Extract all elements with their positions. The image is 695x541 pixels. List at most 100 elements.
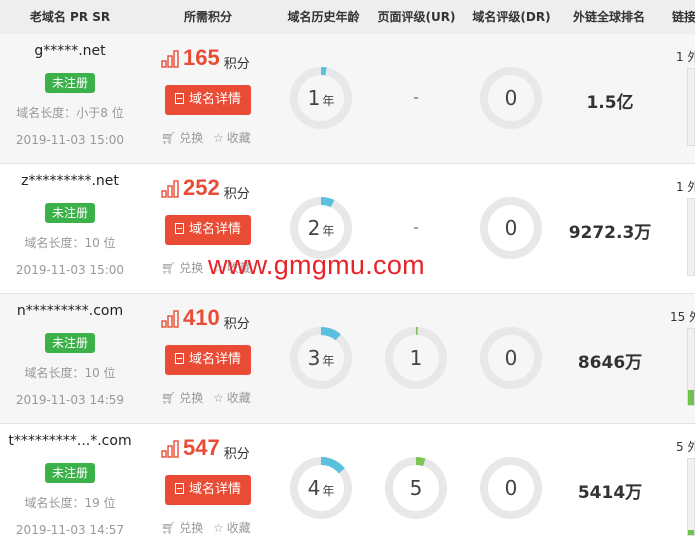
status-badge: 未注册 <box>45 203 95 223</box>
links-suffix: 外 <box>687 50 695 64</box>
watermark: www.gmgmu.com <box>208 250 425 280</box>
ur-value: - <box>413 220 419 236</box>
links-bar <box>687 458 695 536</box>
table-header: 老域名 PR SR 所需积分 域名历史年龄 页面评级(UR) 域名评级(DR) … <box>0 0 695 34</box>
cart-icon: 🛒︎ <box>161 261 177 275</box>
dr-value: 0 <box>504 86 518 110</box>
cart-icon: 🛒︎ <box>161 391 177 405</box>
points-value: 165 <box>183 45 220 70</box>
table-row: n*********.com 未注册域名长度：10 位 2019-11-03 14:… <box>0 294 695 424</box>
links-number: 1 <box>676 50 684 64</box>
document-icon <box>174 223 184 234</box>
links-count: 15 外 <box>670 308 695 325</box>
domain-name[interactable]: g*****.net <box>0 43 140 59</box>
domain-time: 2019-11-03 14:59 <box>15 393 125 407</box>
status-badge: 未注册 <box>45 463 95 483</box>
domain-length: 域名长度：10 位 <box>24 236 116 250</box>
links-bar <box>687 68 695 146</box>
age-number: 1 <box>307 86 321 110</box>
points-unit: 积分 <box>223 447 250 462</box>
points-unit: 积分 <box>223 187 250 202</box>
domain-detail-button[interactable]: 域名详情 <box>165 215 251 245</box>
exchange-label: 兑换 <box>179 261 204 275</box>
status-badge: 未注册 <box>45 73 95 93</box>
points-value: 252 <box>183 175 220 200</box>
age-unit: 年 <box>322 94 335 108</box>
ur-value: 1 <box>409 346 423 370</box>
domain-detail-button[interactable]: 域名详情 <box>165 345 251 375</box>
header-dr: 域名评级(DR) <box>472 10 551 24</box>
table-row: g*****.net 未注册 域名长度：小于8 位 2019-11-03 15:00 1… <box>0 34 695 164</box>
points-unit: 积分 <box>223 317 250 332</box>
header-age: 域名历史年龄 <box>287 10 360 24</box>
document-icon <box>174 353 184 364</box>
favorite-button[interactable]: ☆ 收藏 <box>213 389 251 406</box>
favorite-label: 收藏 <box>226 391 251 405</box>
age-value: 4年 <box>286 476 356 503</box>
domain-detail-button[interactable]: 域名详情 <box>165 475 251 505</box>
star-icon: ☆ <box>213 391 224 405</box>
detail-button-label: 域名详情 <box>188 222 241 237</box>
domain-length: 域名长度：19 位 <box>24 496 116 510</box>
detail-button-label: 域名详情 <box>188 482 241 497</box>
header-domain: 老域名 PR SR <box>29 10 111 24</box>
age-value: 2年 <box>286 216 356 243</box>
links-bar <box>687 328 695 406</box>
bar-chart-icon <box>161 180 179 198</box>
global-rank-value: 1.5亿 <box>586 93 634 113</box>
domain-name[interactable]: n*********.com <box>0 303 140 319</box>
age-unit: 年 <box>322 224 335 238</box>
links-suffix: 外 <box>689 310 695 324</box>
favorite-label: 收藏 <box>226 131 251 145</box>
star-icon: ☆ <box>213 521 224 535</box>
links-bar <box>687 198 695 276</box>
links-count: 1 外 <box>676 178 695 195</box>
age-number: 2 <box>307 216 321 240</box>
star-icon: ☆ <box>213 131 224 145</box>
domain-time: 2019-11-03 14:57 <box>15 523 125 537</box>
document-icon <box>174 93 184 104</box>
links-suffix: 外 <box>687 440 695 454</box>
ur-value: 5 <box>409 476 423 500</box>
status-badge: 未注册 <box>45 333 95 353</box>
exchange-button[interactable]: 🛒︎ 兑换 <box>161 389 203 406</box>
exchange-label: 兑换 <box>179 521 204 535</box>
exchange-button[interactable]: 🛒︎ 兑换 <box>161 259 203 276</box>
exchange-button[interactable]: 🛒︎ 兑换 <box>161 129 203 146</box>
favorite-label: 收藏 <box>226 521 251 535</box>
header-ur: 页面评级(UR) <box>377 10 456 24</box>
favorite-button[interactable]: ☆ 收藏 <box>213 519 251 536</box>
links-number: 1 <box>676 180 684 194</box>
bar-chart-icon <box>161 310 179 328</box>
domain-name[interactable]: z*********.net <box>0 173 140 189</box>
links-count: 5 外 <box>676 438 695 455</box>
header-rank: 外链全球排名 <box>572 10 645 24</box>
links-bar-fill <box>688 530 694 535</box>
bar-chart-icon <box>161 440 179 458</box>
age-unit: 年 <box>322 484 335 498</box>
links-number: 15 <box>670 310 686 324</box>
domain-name[interactable]: t*********...*.com <box>0 433 140 449</box>
detail-button-label: 域名详情 <box>188 92 241 107</box>
age-number: 4 <box>307 476 321 500</box>
exchange-label: 兑换 <box>179 131 204 145</box>
points-unit: 积分 <box>223 57 250 72</box>
detail-button-label: 域名详情 <box>188 352 241 367</box>
age-number: 3 <box>307 346 321 370</box>
domain-length: 域名长度：小于8 位 <box>16 106 124 120</box>
favorite-button[interactable]: ☆ 收藏 <box>213 129 251 146</box>
exchange-button[interactable]: 🛒︎ 兑换 <box>161 519 203 536</box>
dr-value: 0 <box>504 476 518 500</box>
bar-chart-icon <box>161 50 179 68</box>
cart-icon: 🛒︎ <box>161 131 177 145</box>
points-value: 547 <box>183 435 220 460</box>
dr-value: 0 <box>504 216 518 240</box>
global-rank-value: 9272.3万 <box>568 223 652 243</box>
domain-length: 域名长度：10 位 <box>24 366 116 380</box>
age-value: 1年 <box>286 86 356 113</box>
exchange-label: 兑换 <box>179 391 204 405</box>
domain-detail-button[interactable]: 域名详情 <box>165 85 251 115</box>
global-rank-value: 5414万 <box>577 483 643 503</box>
age-value: 3年 <box>286 346 356 373</box>
table-row: t*********...*.com 未注册域名长度：19 位 2019-11-03… <box>0 424 695 541</box>
